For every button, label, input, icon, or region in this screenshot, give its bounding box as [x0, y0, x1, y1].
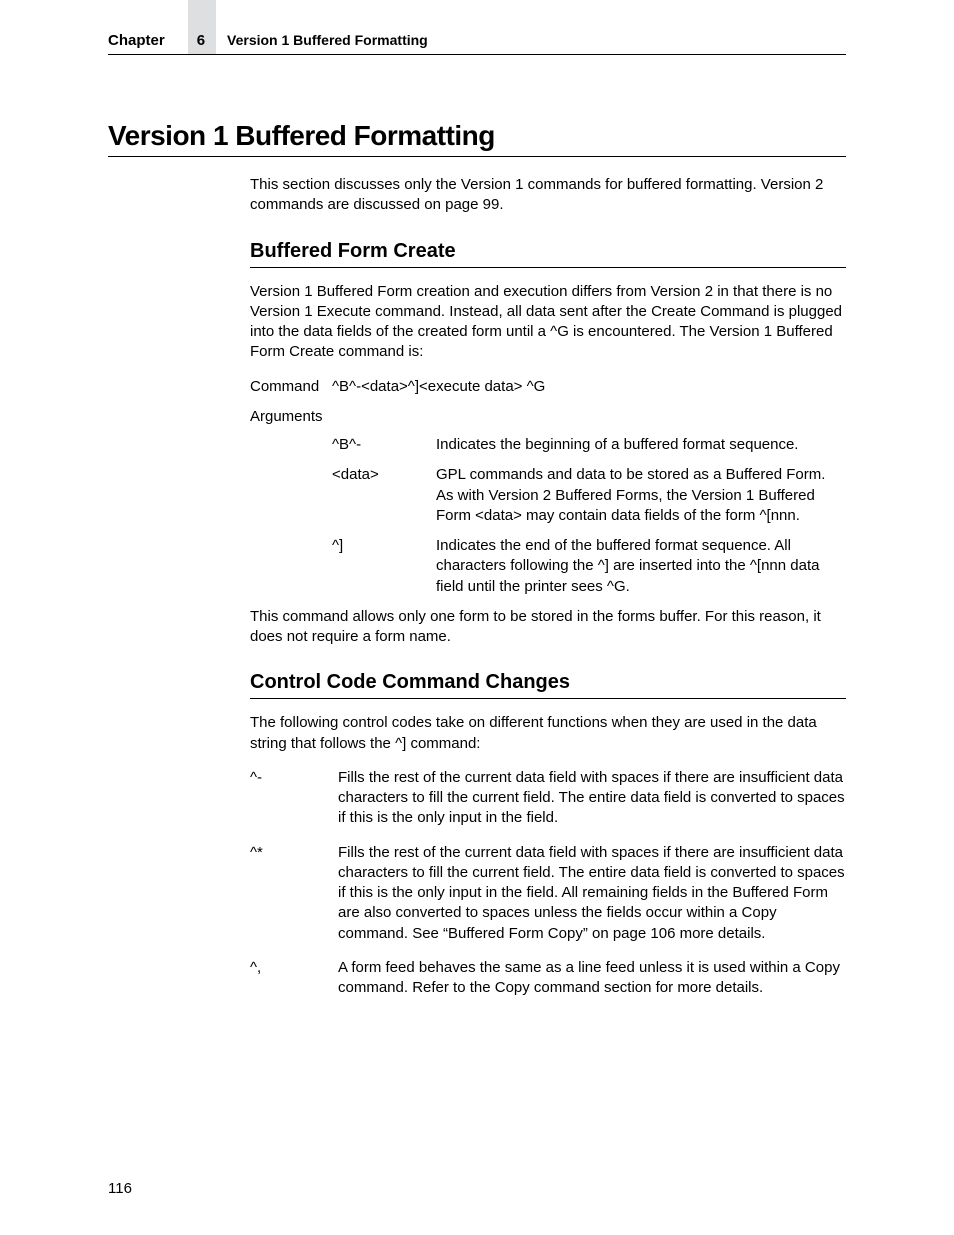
chapter-title: Version 1 Buffered Formatting [227, 32, 428, 48]
argument-row: ^] Indicates the end of the buffered for… [332, 536, 846, 597]
command-value: ^B^-<data>^]<execute data> ^G [332, 377, 545, 397]
intro-para: This section discusses only the Version … [250, 175, 846, 216]
argument-term: <data> [332, 465, 436, 526]
chapter-word: Chapter [108, 32, 165, 49]
command-label: Command [250, 377, 332, 397]
page-number: 116 [108, 1180, 132, 1197]
section1-note: This command allows only one form to be … [250, 607, 846, 648]
control-code-row: ^, A form feed behaves the same as a lin… [250, 958, 846, 999]
control-code-desc: A form feed behaves the same as a line f… [338, 958, 846, 999]
section1-para: Version 1 Buffered Form creation and exe… [250, 282, 846, 363]
control-code-term: ^, [250, 958, 338, 999]
control-code-term: ^- [250, 768, 338, 829]
section-heading-buffered-form-create: Buffered Form Create [250, 238, 846, 265]
argument-row: <data> GPL commands and data to be store… [332, 465, 846, 526]
control-code-list: ^- Fills the rest of the current data fi… [250, 768, 846, 999]
control-code-term: ^* [250, 843, 338, 944]
argument-term: ^] [332, 536, 436, 597]
section-heading-control-code: Control Code Command Changes [250, 669, 846, 696]
control-code-desc: Fills the rest of the current data field… [338, 768, 846, 829]
header-rule [108, 54, 846, 55]
argument-row: ^B^- Indicates the beginning of a buffer… [332, 435, 846, 455]
command-row: Command ^B^-<data>^]<execute data> ^G [250, 377, 846, 397]
argument-desc: Indicates the end of the buffered format… [436, 536, 846, 597]
arguments-label: Arguments [250, 407, 846, 427]
argument-desc: Indicates the beginning of a buffered fo… [436, 435, 846, 455]
argument-desc: GPL commands and data to be stored as a … [436, 465, 846, 526]
section2-para: The following control codes take on diff… [250, 713, 846, 754]
section-rule [250, 267, 846, 268]
page-header: Chapter 6 Version 1 Buffered Formatting [108, 32, 846, 49]
control-code-row: ^- Fills the rest of the current data fi… [250, 768, 846, 829]
chapter-number: 6 [197, 32, 205, 49]
control-code-row: ^* Fills the rest of the current data fi… [250, 843, 846, 944]
page-title: Version 1 Buffered Formatting [108, 120, 846, 152]
title-rule [108, 156, 846, 157]
control-code-desc: Fills the rest of the current data field… [338, 843, 846, 944]
arguments-list: ^B^- Indicates the beginning of a buffer… [332, 435, 846, 597]
section-rule [250, 698, 846, 699]
argument-term: ^B^- [332, 435, 436, 455]
